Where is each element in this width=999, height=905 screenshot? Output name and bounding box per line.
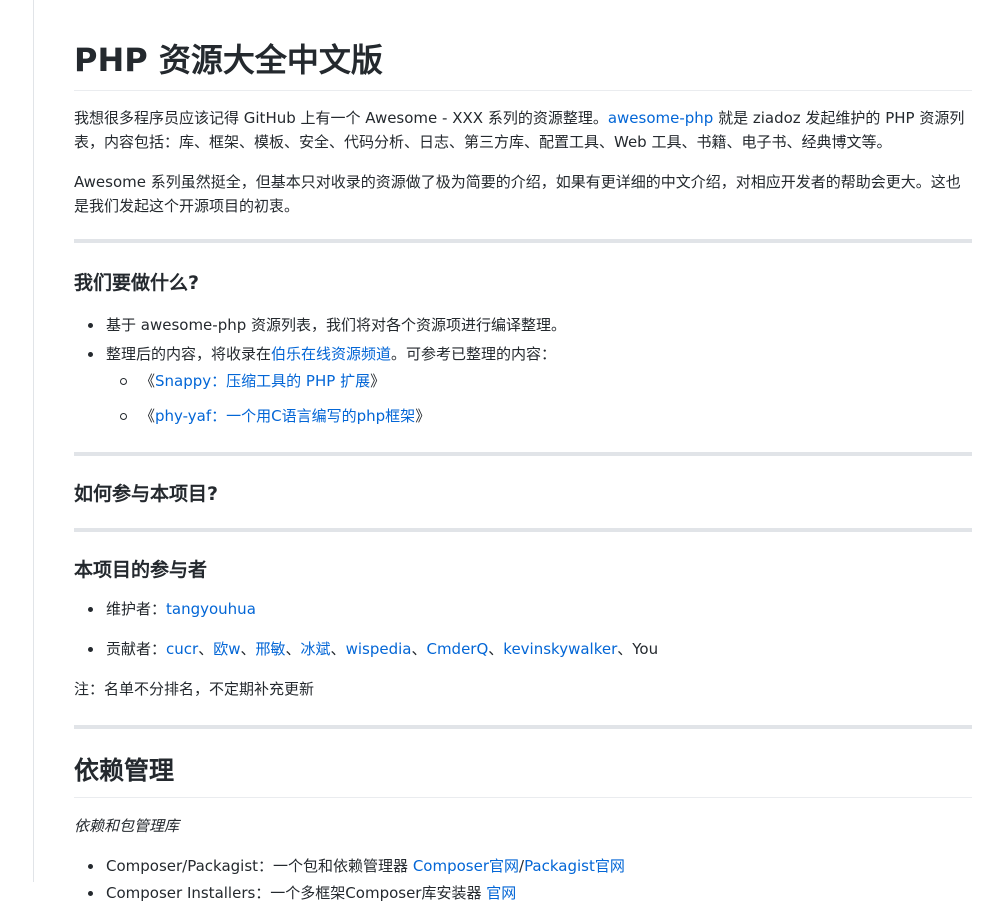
section-divider [74, 528, 972, 532]
what-list: 基于 awesome-php 资源列表，我们将对各个资源项进行编译整理。 整理后… [74, 313, 972, 428]
composer-site-link[interactable]: Composer官网 [413, 857, 519, 875]
open-quote: 《 [140, 407, 156, 425]
contributors-note: 注：名单不分排名，不定期补充更新 [74, 680, 315, 698]
section-heading-what: 我们要做什么? [74, 272, 200, 294]
list-item: 基于 awesome-php 资源列表，我们将对各个资源项进行编译整理。 [74, 313, 972, 337]
contributor-link[interactable]: 邢敏 [256, 640, 286, 658]
separator: 、 [411, 640, 427, 658]
intro-text-a: 我想很多程序员应该记得 GitHub 上有一个 Awesome - XXX 系列… [74, 109, 608, 127]
contributor-link[interactable]: CmderQ [426, 640, 488, 658]
section-heading-join: 如何参与本项目? [74, 483, 219, 505]
close-quote: 》 [415, 407, 431, 425]
contributor-label: 贡献者： [106, 640, 167, 658]
list-item: Composer Installers：一个多框架Composer库安装器 官网 [74, 881, 972, 905]
maintainer-link[interactable]: tangyouhua [166, 600, 256, 618]
open-quote: 《 [140, 372, 156, 390]
contributor-link[interactable]: 欧w [213, 640, 240, 658]
separator: 、 [617, 640, 633, 658]
maintainer-label: 维护者： [106, 600, 167, 618]
packagist-site-link[interactable]: Packagist官网 [524, 857, 625, 875]
contributor-item: 贡献者：cucr、欧w、邢敏、冰斌、wispedia、CmderQ、kevins… [74, 637, 972, 661]
section-divider [74, 239, 972, 243]
section-divider [74, 452, 972, 456]
list-item: 整理后的内容，将收录在伯乐在线资源频道。可参考已整理的内容： [74, 342, 972, 366]
page-title: PHP 资源大全中文版 [74, 0, 972, 91]
contributor-you: You [632, 640, 659, 658]
article-body: PHP 资源大全中文版 我想很多程序员应该记得 GitHub 上有一个 Awes… [74, 0, 972, 905]
section-heading-deps: 依赖管理 [74, 753, 972, 798]
contributor-link[interactable]: kevinskywalker [503, 640, 617, 658]
jobbole-resource-link[interactable]: 伯乐在线资源频道 [271, 345, 391, 363]
maintainer-item: 维护者：tangyouhua [74, 597, 972, 621]
separator: 、 [285, 640, 301, 658]
separator: 、 [330, 640, 346, 658]
installers-site-link[interactable]: 官网 [486, 884, 516, 902]
list-item-text: Composer/Packagist：一个包和依赖管理器 [106, 857, 413, 875]
list-item-text: 。可参考已整理的内容： [391, 345, 557, 363]
list-item: Composer/Packagist：一个包和依赖管理器 Composer官网/… [74, 854, 972, 878]
snappy-link[interactable]: Snappy：压缩工具的 PHP 扩展 [155, 372, 370, 390]
separator: 、 [240, 640, 256, 658]
phy-yaf-link[interactable]: phy-yaf：一个用C语言编写的php框架 [155, 407, 415, 425]
intro-paragraph-1: 我想很多程序员应该记得 GitHub 上有一个 Awesome - XXX 系列… [74, 106, 972, 154]
contributor-link[interactable]: wispedia [346, 640, 412, 658]
contributor-link[interactable]: cucr [166, 640, 198, 658]
list-item-text: Composer Installers：一个多框架Composer库安装器 [106, 884, 487, 902]
section-heading-contributors: 本项目的参与者 [74, 559, 208, 581]
section-divider [74, 725, 972, 729]
contributors-list: 维护者：tangyouhua 贡献者：cucr、欧w、邢敏、冰斌、wispedi… [74, 597, 972, 661]
separator: 、 [198, 640, 214, 658]
left-border [33, 0, 34, 882]
separator: 、 [488, 640, 504, 658]
deps-list: Composer/Packagist：一个包和依赖管理器 Composer官网/… [74, 854, 972, 905]
list-item-text: 整理后的内容，将收录在 [106, 345, 272, 363]
intro-paragraph-2: Awesome 系列虽然挺全，但基本只对收录的资源做了极为简要的介绍，如果有更详… [74, 173, 961, 215]
close-quote: 》 [370, 372, 386, 390]
deps-subtitle: 依赖和包管理库 [74, 817, 180, 835]
awesome-php-link[interactable]: awesome-php [608, 109, 713, 127]
contributor-link[interactable]: 冰斌 [301, 640, 331, 658]
sub-list-item: 《Snappy：压缩工具的 PHP 扩展》 [74, 369, 972, 393]
sub-list-item: 《phy-yaf：一个用C语言编写的php框架》 [74, 404, 972, 428]
